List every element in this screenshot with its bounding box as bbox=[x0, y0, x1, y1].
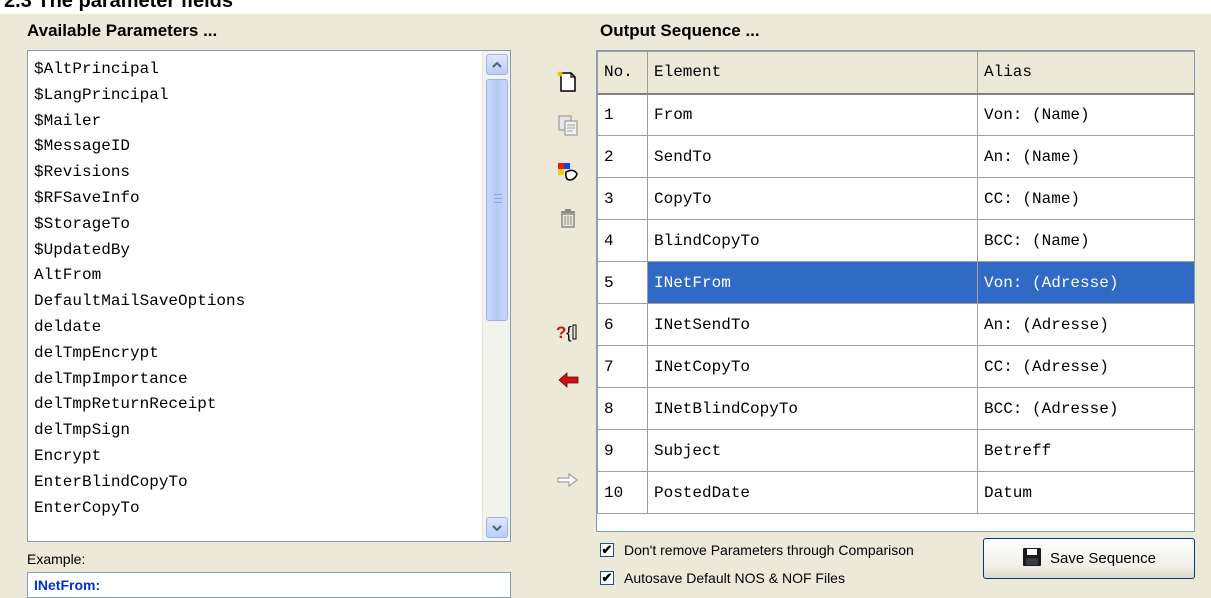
cell-alias[interactable]: An: (Name) bbox=[977, 135, 1194, 178]
list-item[interactable]: EnterCopyTo bbox=[28, 496, 482, 522]
cell-alias[interactable]: CC: (Adresse) bbox=[977, 345, 1194, 388]
list-item[interactable]: EnterBlindCopyTo bbox=[28, 470, 482, 496]
red-arrow-left-icon[interactable] bbox=[556, 368, 580, 392]
list-item[interactable]: delTmpEncrypt bbox=[28, 341, 482, 367]
cell-element[interactable]: INetCopyTo bbox=[647, 345, 978, 388]
autosave-checkbox[interactable]: ✔ bbox=[600, 571, 614, 585]
table-row[interactable]: 7 INetCopyTo CC: (Adresse) bbox=[597, 345, 1194, 388]
chevron-down-icon bbox=[492, 524, 502, 531]
save-sequence-button[interactable]: Save Sequence bbox=[983, 538, 1195, 579]
cell-element[interactable]: PostedDate bbox=[647, 471, 978, 514]
table-row[interactable]: 10 PostedDate Datum bbox=[597, 471, 1194, 514]
cell-element[interactable]: Subject bbox=[647, 429, 978, 472]
cell-element[interactable]: INetSendTo bbox=[647, 303, 978, 346]
cell-no[interactable]: 3 bbox=[597, 177, 648, 220]
list-item[interactable]: $UpdatedBy bbox=[28, 238, 482, 264]
save-sequence-label: Save Sequence bbox=[1050, 550, 1156, 567]
cell-alias[interactable]: Betreff bbox=[977, 429, 1194, 472]
list-item[interactable]: $MessageID bbox=[28, 134, 482, 160]
cell-alias[interactable]: Von: (Name) bbox=[977, 93, 1194, 136]
list-item[interactable]: $Mailer bbox=[28, 109, 482, 135]
cell-alias[interactable]: Von: (Adresse) bbox=[977, 261, 1194, 304]
new-document-icon[interactable] bbox=[556, 70, 580, 94]
list-item[interactable]: delTmpSign bbox=[28, 418, 482, 444]
cell-element[interactable]: BlindCopyTo bbox=[647, 219, 978, 262]
cell-no[interactable]: 2 bbox=[597, 135, 648, 178]
cell-no[interactable]: 9 bbox=[597, 429, 648, 472]
cell-no[interactable]: 5 bbox=[597, 261, 648, 304]
column-header-element[interactable]: Element bbox=[647, 51, 978, 95]
table-row[interactable]: 4 BlindCopyTo BCC: (Name) bbox=[597, 219, 1194, 262]
formula-icon[interactable]: ? { bbox=[556, 320, 580, 344]
trash-icon[interactable] bbox=[556, 206, 580, 230]
dont-remove-checkbox[interactable]: ✔ bbox=[600, 543, 614, 557]
available-parameters-items: $AltPrincipal $LangPrincipal $Mailer $Messa… bbox=[28, 51, 482, 541]
cell-element[interactable]: SendTo bbox=[647, 135, 978, 178]
table-row[interactable]: 9 Subject Betreff bbox=[597, 429, 1194, 472]
table-row[interactable]: 5 INetFrom Von: (Adresse) bbox=[597, 261, 1194, 304]
list-item[interactable]: deldate bbox=[28, 315, 482, 341]
chevron-up-icon bbox=[492, 61, 502, 68]
example-label: Example: bbox=[27, 551, 86, 567]
output-sequence-title: Output Sequence ... bbox=[600, 21, 760, 40]
cell-alias[interactable]: Datum bbox=[977, 471, 1194, 514]
list-item[interactable]: $LangPrincipal bbox=[28, 83, 482, 109]
available-parameters-title: Available Parameters ... bbox=[27, 21, 218, 40]
cell-alias[interactable]: An: (Adresse) bbox=[977, 303, 1194, 346]
cell-alias[interactable]: BCC: (Name) bbox=[977, 219, 1194, 262]
list-item[interactable]: AltFrom bbox=[28, 263, 482, 289]
table-row[interactable]: 3 CopyTo CC: (Name) bbox=[597, 177, 1194, 220]
color-palette-icon[interactable] bbox=[556, 160, 580, 184]
scroll-up-button[interactable] bbox=[486, 54, 508, 75]
svg-text:?: ? bbox=[556, 323, 566, 342]
list-item[interactable]: DefaultMailSaveOptions bbox=[28, 289, 482, 315]
example-field[interactable]: INetFrom: bbox=[27, 572, 511, 598]
cell-element[interactable]: CopyTo bbox=[647, 177, 978, 220]
cell-alias[interactable]: BCC: (Adresse) bbox=[977, 387, 1194, 430]
floppy-disk-icon bbox=[1022, 547, 1042, 571]
table-row[interactable]: 8 INetBlindCopyTo BCC: (Adresse) bbox=[597, 387, 1194, 430]
list-item[interactable]: $StorageTo bbox=[28, 212, 482, 238]
vertical-scrollbar[interactable] bbox=[482, 51, 510, 541]
list-item[interactable]: $RFSaveInfo bbox=[28, 186, 482, 212]
table-row[interactable]: 1 From Von: (Name) bbox=[597, 93, 1194, 136]
column-header-alias[interactable]: Alias bbox=[977, 51, 1194, 95]
cell-no[interactable]: 4 bbox=[597, 219, 648, 262]
table-row[interactable]: 6 INetSendTo An: (Adresse) bbox=[597, 303, 1194, 346]
svg-text:{: { bbox=[566, 323, 572, 342]
cell-no[interactable]: 7 bbox=[597, 345, 648, 388]
dont-remove-option[interactable]: ✔ Don't remove Parameters through Compar… bbox=[600, 542, 914, 558]
cell-no[interactable]: 1 bbox=[597, 93, 648, 136]
list-item[interactable]: delTmpImportance bbox=[28, 367, 482, 393]
cell-element[interactable]: INetBlindCopyTo bbox=[647, 387, 978, 430]
arrow-right-icon[interactable] bbox=[556, 468, 580, 492]
scroll-thumb[interactable] bbox=[486, 79, 508, 321]
cell-alias[interactable]: CC: (Name) bbox=[977, 177, 1194, 220]
cell-no[interactable]: 8 bbox=[597, 387, 648, 430]
list-item[interactable]: $AltPrincipal bbox=[28, 57, 482, 83]
document-heading: 2.3 The parameter fields bbox=[0, 0, 1211, 14]
list-item[interactable]: Encrypt bbox=[28, 444, 482, 470]
available-parameters-list[interactable]: $AltPrincipal $LangPrincipal $Mailer $Messa… bbox=[27, 50, 511, 542]
scroll-down-button[interactable] bbox=[486, 517, 508, 538]
grid-header-row: No. Element Alias bbox=[597, 51, 1194, 95]
table-row[interactable]: 2 SendTo An: (Name) bbox=[597, 135, 1194, 178]
dont-remove-label: Don't remove Parameters through Comparis… bbox=[624, 542, 914, 558]
cell-no[interactable]: 10 bbox=[597, 471, 648, 514]
list-item[interactable]: $Revisions bbox=[28, 160, 482, 186]
cell-no[interactable]: 6 bbox=[597, 303, 648, 346]
list-item[interactable]: delTmpReturnReceipt bbox=[28, 392, 482, 418]
autosave-option[interactable]: ✔ Autosave Default NOS & NOF Files bbox=[600, 570, 845, 586]
cell-element[interactable]: INetFrom bbox=[647, 261, 978, 304]
column-header-no[interactable]: No. bbox=[597, 51, 648, 95]
cell-element[interactable]: From bbox=[647, 93, 978, 136]
output-sequence-grid[interactable]: No. Element Alias 1 From Von: (Name) 2 SendT… bbox=[596, 50, 1195, 532]
autosave-label: Autosave Default NOS & NOF Files bbox=[624, 570, 845, 586]
copy-icon[interactable] bbox=[556, 113, 580, 137]
